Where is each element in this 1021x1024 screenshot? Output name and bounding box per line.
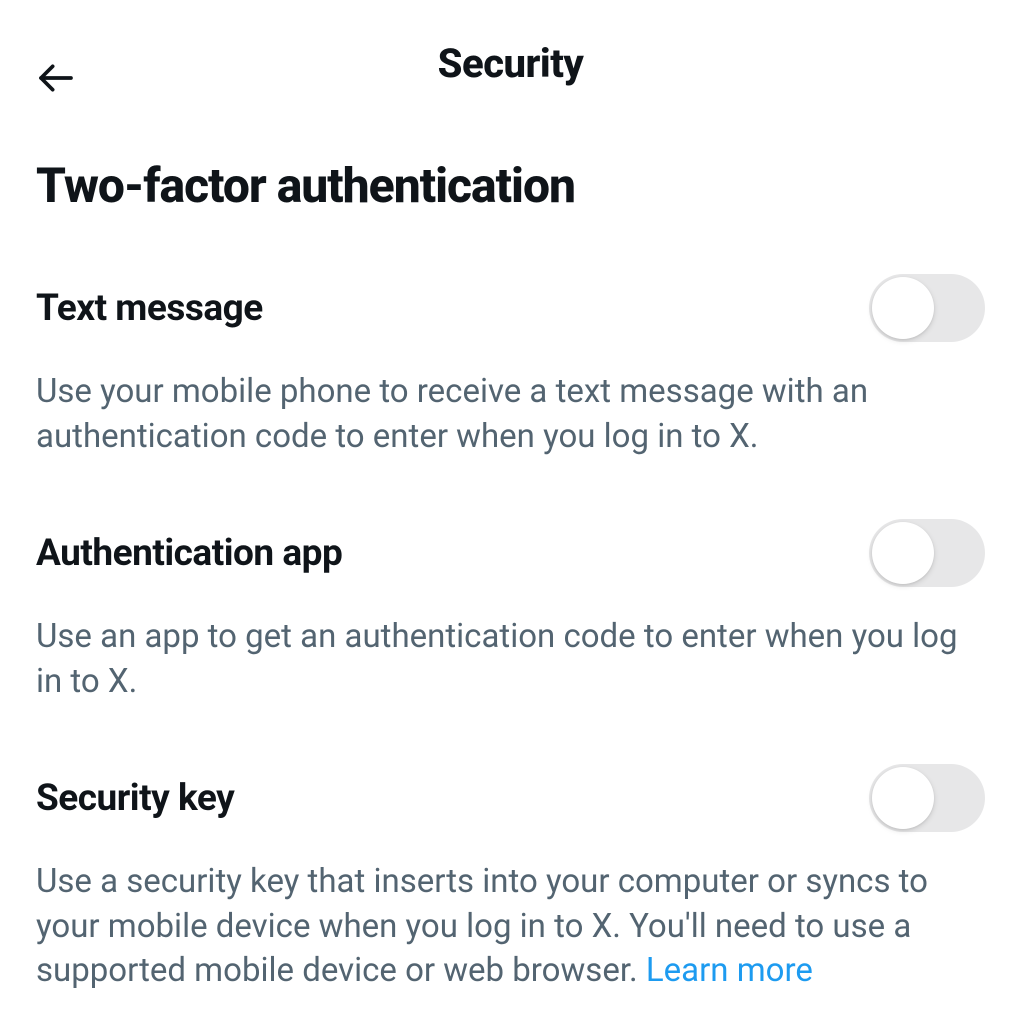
section-title: Two-factor authentication [36, 157, 985, 214]
option-title-auth-app: Authentication app [36, 532, 342, 575]
toggle-knob [872, 767, 934, 829]
learn-more-link[interactable]: Learn more [646, 951, 813, 990]
option-description-security-key: Use a security key that inserts into you… [36, 860, 985, 994]
option-description-text-message: Use your mobile phone to receive a text … [36, 370, 985, 459]
option-auth-app: Authentication app Use an app to get an … [36, 519, 985, 704]
option-description-auth-app: Use an app to get an authentication code… [36, 615, 985, 704]
toggle-security-key[interactable] [869, 764, 985, 832]
back-button[interactable] [36, 58, 76, 102]
option-header: Text message [36, 274, 985, 342]
option-header: Authentication app [36, 519, 985, 587]
option-text-message: Text message Use your mobile phone to re… [36, 274, 985, 459]
page-title: Security [36, 40, 985, 87]
option-security-key: Security key Use a security key that ins… [36, 764, 985, 994]
two-factor-section: Two-factor authentication Text message U… [0, 117, 1021, 994]
arrow-left-icon [36, 58, 76, 102]
header: Security [0, 0, 1021, 117]
option-title-security-key: Security key [36, 777, 234, 820]
toggle-knob [872, 277, 934, 339]
option-header: Security key [36, 764, 985, 832]
toggle-text-message[interactable] [869, 274, 985, 342]
option-title-text-message: Text message [36, 287, 263, 330]
toggle-knob [872, 522, 934, 584]
toggle-auth-app[interactable] [869, 519, 985, 587]
